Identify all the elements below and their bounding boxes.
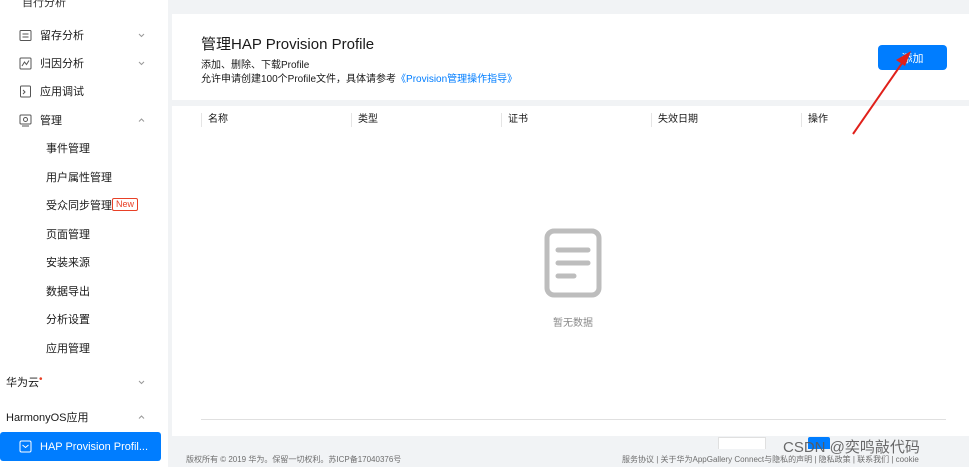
divider [172, 100, 969, 106]
table-bottom-border [201, 419, 946, 420]
chevron-down-icon [138, 61, 145, 65]
sidebar-item-app-manage[interactable]: 应用管理 [0, 334, 168, 362]
debug-icon [19, 85, 32, 98]
sidebar-item-hap-provision[interactable]: HAP Provision Profil... [0, 432, 161, 461]
add-button[interactable]: 添加 [878, 45, 947, 70]
chevron-up-icon [138, 117, 145, 122]
column-actions: 操作 [801, 113, 828, 127]
sidebar-item-debug[interactable]: 应用调试 [0, 77, 168, 105]
page-description: 添加、删除、下载Profile [201, 60, 310, 71]
sidebar-item-harmonyos[interactable]: HarmonyOS应用 [0, 403, 168, 431]
column-type: 类型 [351, 113, 378, 127]
sidebar-item-audience-sync[interactable]: 受众同步管理 New [0, 191, 168, 219]
sidebar-item-label: 留存分析 [40, 30, 84, 42]
page-title: 管理HAP Provision Profile [201, 36, 375, 53]
chevron-down-icon [138, 33, 145, 37]
sidebar-item-label: 应用管理 [46, 343, 90, 355]
empty-state-text: 暂无数据 [553, 318, 593, 329]
sidebar: 自行分析 留存分析 归因分析 应用调试 管理 事件管理 用户属性管理 受众同步管… [0, 0, 168, 467]
page-size-select[interactable] [718, 437, 766, 449]
main-card: 管理HAP Provision Profile 添加、删除、下载Profile … [172, 14, 969, 436]
table-header: 名称 类型 证书 失效日期 操作 [201, 113, 969, 129]
guide-link[interactable]: 《Provision管理操作指导》 [396, 74, 517, 85]
sidebar-item-label: 华为云 [6, 377, 39, 389]
sidebar-item-huawei-cloud[interactable]: 华为云• [0, 368, 168, 396]
sidebar-item-label: HAP Provision Profil... [40, 440, 149, 453]
chevron-up-icon [138, 414, 145, 419]
sidebar-item-install-source[interactable]: 安装来源 [0, 248, 168, 276]
empty-document-icon [544, 228, 602, 298]
watermark: CSDN @奕鸣敲代码 [783, 439, 920, 456]
sidebar-item-label: 数据导出 [46, 286, 90, 298]
sidebar-item-label: HarmonyOS应用 [6, 412, 89, 424]
limit-text: 允许申请创建100个Profile文件，具体请参考 [201, 74, 397, 85]
page-description-limit: 允许申请创建100个Profile文件，具体请参考《Provision管理操作指… [201, 70, 517, 85]
sidebar-item-label: 管理 [40, 115, 62, 127]
sidebar-item-label: 用户属性管理 [46, 172, 112, 184]
sidebar-item-retention[interactable]: 留存分析 [0, 21, 168, 49]
sidebar-item-label: 页面管理 [46, 229, 90, 241]
column-certificate: 证书 [501, 113, 528, 127]
footer-copyright: 版权所有 © 2019 华为。保留一切权利。苏ICP备17040376号 [186, 455, 402, 464]
list-icon [19, 29, 32, 42]
sidebar-item-label: 事件管理 [46, 143, 90, 155]
sidebar-item-page-manage[interactable]: 页面管理 [0, 220, 168, 248]
sidebar-item-attribution[interactable]: 归因分析 [0, 49, 168, 77]
sidebar-item-user-attr[interactable]: 用户属性管理 [0, 163, 168, 191]
sidebar-item-manage[interactable]: 管理 [0, 106, 168, 134]
sidebar-item-label: 受众同步管理 [46, 200, 112, 212]
new-badge: New [112, 198, 139, 211]
page-header: 管理HAP Provision Profile 添加、删除、下载Profile … [172, 14, 969, 100]
status-dot: • [39, 374, 43, 385]
sidebar-item-label: 归因分析 [40, 58, 84, 70]
chevron-down-icon [138, 380, 145, 384]
sidebar-item-label: 分析设置 [46, 314, 90, 326]
sidebar-clipped-item[interactable]: 自行分析 [22, 0, 66, 9]
sidebar-item-event-manage[interactable]: 事件管理 [0, 134, 168, 162]
manage-icon [19, 114, 32, 127]
sidebar-item-label: 安装来源 [46, 257, 90, 269]
sidebar-item-data-export[interactable]: 数据导出 [0, 277, 168, 305]
attribution-icon [19, 57, 32, 70]
column-expiry: 失效日期 [651, 113, 698, 127]
sidebar-item-analysis-settings[interactable]: 分析设置 [0, 305, 168, 333]
sidebar-item-label: 应用调试 [40, 86, 84, 98]
column-name: 名称 [201, 113, 228, 127]
profile-icon [19, 440, 32, 453]
